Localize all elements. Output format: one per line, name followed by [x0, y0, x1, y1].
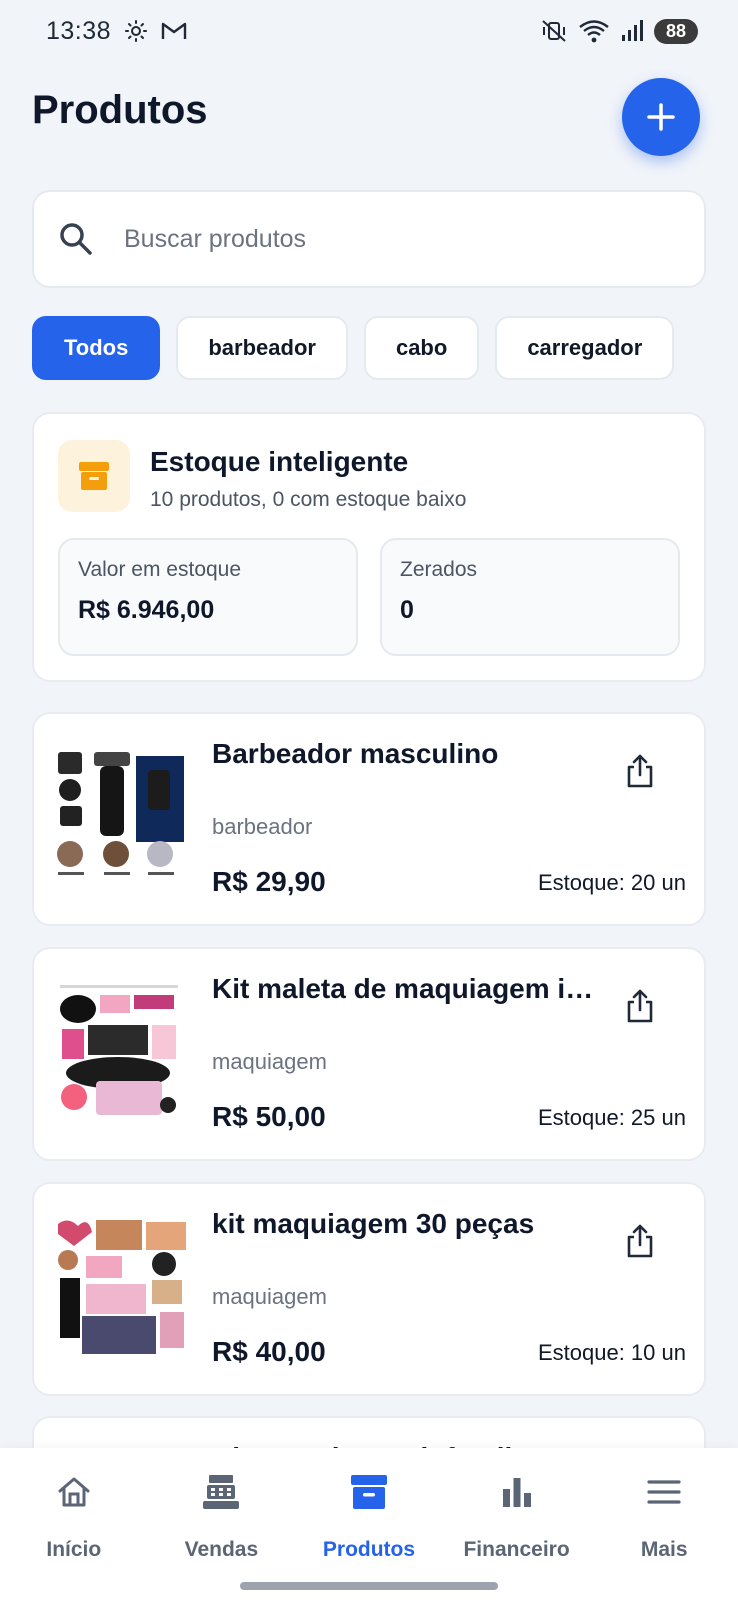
smart-stock-title: Estoque inteligente: [150, 446, 409, 477]
product-card[interactable]: kit maquiagem 30 peças maquiagem R$ 40,0…: [32, 1182, 706, 1396]
status-time: 13:38: [46, 16, 112, 45]
search-bar[interactable]: [32, 190, 706, 288]
product-name: Barbeador masculino: [212, 738, 499, 769]
bottom-navigation: Início Vendas Produtos Financeiro Mais: [0, 1448, 738, 1600]
add-product-button[interactable]: [622, 78, 700, 156]
nav-item-vendas[interactable]: Vendas: [148, 1448, 296, 1600]
archive-box-icon: [58, 440, 130, 512]
product-stock: Estoque: 25 un: [537, 1105, 686, 1130]
product-price: R$ 29,90: [212, 866, 326, 897]
chip-carregador[interactable]: carregador: [495, 316, 675, 380]
zeroed-stock-stat: Zerados 0: [380, 538, 680, 656]
home-indicator[interactable]: [240, 1582, 498, 1590]
share-icon: [627, 754, 653, 788]
nav-item-mais[interactable]: Mais: [590, 1448, 738, 1600]
product-category: maquiagem: [212, 1049, 327, 1074]
product-stock: Estoque: 20 un: [537, 870, 686, 895]
product-price: R$ 50,00: [212, 1101, 326, 1132]
brightness-icon: [125, 20, 148, 42]
product-name: Kit maleta de maquiagem infantil: [212, 973, 602, 1004]
category-filter-chips: Todos barbeador cabo carregador: [32, 316, 708, 382]
product-card[interactable]: Kit maleta de maquiagem infantil maquiag…: [32, 947, 706, 1161]
nav-label: Produtos: [322, 1538, 416, 1561]
archive-box-icon: [350, 1470, 388, 1514]
bar-chart-icon: [500, 1470, 534, 1514]
stock-value-stat: Valor em estoque R$ 6.946,00: [58, 538, 358, 656]
search-input[interactable]: [124, 224, 644, 254]
nav-label: Financeiro: [463, 1538, 570, 1561]
share-button[interactable]: [620, 1220, 660, 1262]
shaver-product-image: [52, 746, 190, 890]
stat-value: R$ 6.946,00: [78, 596, 215, 624]
stat-value: 0: [400, 596, 414, 624]
nav-label: Vendas: [184, 1538, 259, 1561]
share-icon: [627, 1224, 653, 1258]
smart-stock-subtitle: 10 produtos, 0 com estoque baixo: [150, 488, 467, 511]
signal-icon: [622, 20, 643, 41]
product-category: maquiagem: [212, 1284, 327, 1309]
makeup-kit-product-image: [52, 1216, 190, 1360]
chip-barbeador[interactable]: barbeador: [176, 316, 348, 380]
smart-stock-card: Estoque inteligente 10 produtos, 0 com e…: [32, 412, 706, 682]
menu-icon: [647, 1470, 681, 1514]
nav-item-financeiro[interactable]: Financeiro: [443, 1448, 591, 1600]
stat-label: Valor em estoque: [78, 558, 242, 581]
nav-label: Início: [46, 1538, 102, 1561]
search-icon: [60, 223, 92, 255]
product-price: R$ 40,00: [212, 1336, 326, 1367]
share-icon: [627, 989, 653, 1023]
nav-item-inicio[interactable]: Início: [0, 1448, 148, 1600]
chip-todos[interactable]: Todos: [32, 316, 161, 380]
nav-label: Mais: [640, 1538, 688, 1561]
makeup-case-product-image: [52, 981, 190, 1125]
share-button[interactable]: [620, 750, 660, 792]
share-button[interactable]: [620, 985, 660, 1027]
nav-item-produtos[interactable]: Produtos: [295, 1448, 443, 1600]
stat-label: Zerados: [400, 558, 478, 581]
product-stock: Estoque: 10 un: [537, 1340, 686, 1365]
status-bar: 13:38 88: [0, 0, 738, 62]
product-name: kit maquiagem 30 peças: [212, 1208, 535, 1239]
page-title: Produtos: [32, 88, 208, 132]
product-card[interactable]: Barbeador masculino barbeador R$ 29,90 E…: [32, 712, 706, 926]
wifi-icon: [579, 20, 609, 43]
product-category: barbeador: [212, 814, 313, 839]
plus-icon: [647, 103, 675, 131]
chip-cabo[interactable]: cabo: [363, 316, 480, 380]
gmail-icon: [161, 22, 187, 39]
vibrate-mute-icon: [542, 20, 566, 42]
cash-register-icon: [201, 1470, 241, 1514]
home-icon: [56, 1470, 92, 1514]
battery-indicator: 88: [654, 18, 698, 44]
